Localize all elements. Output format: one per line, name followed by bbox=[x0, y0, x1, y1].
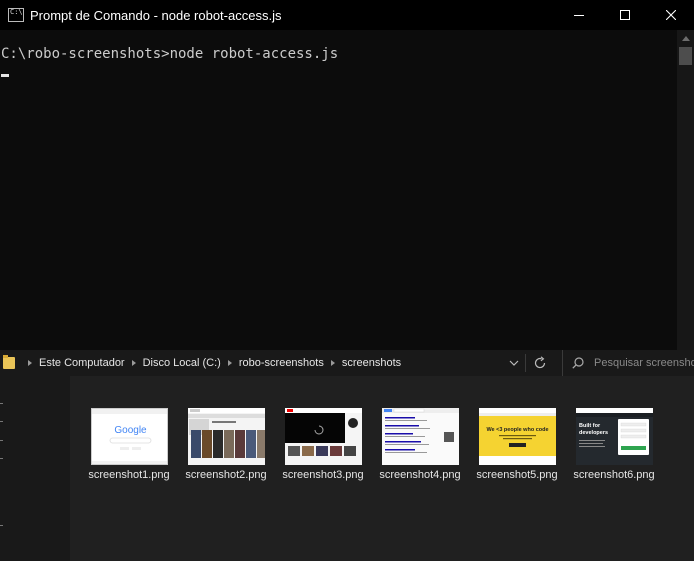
breadcrumb-robo-screenshots[interactable]: robo-screenshots bbox=[239, 357, 324, 369]
file-name: screenshot4.png bbox=[379, 469, 461, 481]
file-name: screenshot2.png bbox=[185, 469, 267, 481]
navigation-pane[interactable] bbox=[0, 376, 70, 561]
folder-icon bbox=[3, 355, 15, 369]
breadcrumb-screenshots[interactable]: screenshots bbox=[342, 357, 401, 369]
file-thumbnail-movie-website bbox=[187, 408, 265, 465]
file-name: screenshot3.png bbox=[282, 469, 364, 481]
explorer-address-bar: Este Computador Disco Local (C:) robo-sc… bbox=[0, 350, 694, 376]
nav-tree-marker bbox=[0, 403, 3, 404]
chevron-right-icon[interactable] bbox=[227, 360, 232, 366]
chevron-right-icon[interactable] bbox=[131, 360, 136, 366]
breadcrumb-local-disk[interactable]: Disco Local (C:) bbox=[143, 357, 221, 369]
minimize-icon bbox=[574, 15, 584, 16]
file-thumbnail-developer-signup-page: Built for developers bbox=[575, 408, 653, 465]
file-name: screenshot1.png bbox=[88, 469, 170, 481]
terminal-output[interactable]: C:\robo-screenshots>node robot-access.js bbox=[0, 30, 677, 350]
file-item[interactable]: Google screenshot1.png bbox=[84, 408, 174, 481]
file-thumbnail-video-player bbox=[284, 408, 362, 465]
file-thumbnail-google-homepage: Google bbox=[90, 408, 168, 465]
close-button[interactable] bbox=[648, 0, 694, 30]
file-name: screenshot6.png bbox=[573, 469, 655, 481]
file-item[interactable]: screenshot4.png bbox=[375, 408, 465, 481]
file-thumbnail-yellow-landing-page: We <3 people who code bbox=[478, 408, 556, 465]
file-item[interactable]: screenshot2.png bbox=[181, 408, 271, 481]
chevron-right-icon[interactable] bbox=[330, 360, 335, 366]
command-prompt-icon[interactable] bbox=[8, 8, 24, 22]
file-item[interactable]: We <3 people who code screenshot5.png bbox=[472, 408, 562, 481]
scroll-up-arrow-icon[interactable] bbox=[682, 36, 690, 41]
nav-tree-marker bbox=[0, 525, 3, 526]
nav-tree-marker bbox=[0, 440, 3, 441]
title-bar[interactable]: Prompt de Comando - node robot-access.js bbox=[0, 0, 694, 30]
nav-tree-marker bbox=[0, 458, 3, 459]
thumbnail-yellow-headline: We <3 people who code bbox=[486, 427, 548, 433]
chevron-down-icon[interactable] bbox=[509, 360, 519, 366]
terminal-cursor bbox=[1, 74, 9, 77]
close-icon bbox=[666, 10, 676, 20]
breadcrumb-this-pc[interactable]: Este Computador bbox=[39, 357, 125, 369]
terminal-command-line: C:\robo-screenshots>node robot-access.js bbox=[1, 46, 339, 62]
breadcrumb[interactable]: Este Computador Disco Local (C:) robo-sc… bbox=[0, 350, 554, 376]
maximize-icon bbox=[620, 10, 630, 20]
file-item[interactable]: Built for developers screenshot6.png bbox=[569, 408, 659, 481]
window-controls bbox=[556, 0, 694, 30]
maximize-button[interactable] bbox=[602, 0, 648, 30]
address-divider bbox=[525, 354, 526, 372]
thumbnail-dark-headline: Built for developers bbox=[579, 423, 608, 436]
window-title: Prompt de Comando - node robot-access.js bbox=[30, 7, 282, 23]
minimize-button[interactable] bbox=[556, 0, 602, 30]
chevron-right-icon[interactable] bbox=[28, 360, 32, 366]
refresh-icon[interactable] bbox=[533, 356, 547, 370]
file-list: Google screenshot1.png screenshot2.png s… bbox=[70, 376, 694, 561]
scrollbar-thumb[interactable] bbox=[679, 47, 692, 65]
search-box[interactable] bbox=[562, 350, 694, 376]
file-item[interactable]: screenshot3.png bbox=[278, 408, 368, 481]
search-input[interactable] bbox=[594, 357, 694, 369]
file-name: screenshot5.png bbox=[476, 469, 558, 481]
thumbnail-google-logo: Google bbox=[114, 425, 147, 436]
vertical-scrollbar[interactable] bbox=[677, 30, 694, 350]
nav-tree-marker bbox=[0, 421, 3, 422]
search-icon bbox=[572, 357, 584, 369]
file-thumbnail-search-results bbox=[381, 408, 459, 465]
